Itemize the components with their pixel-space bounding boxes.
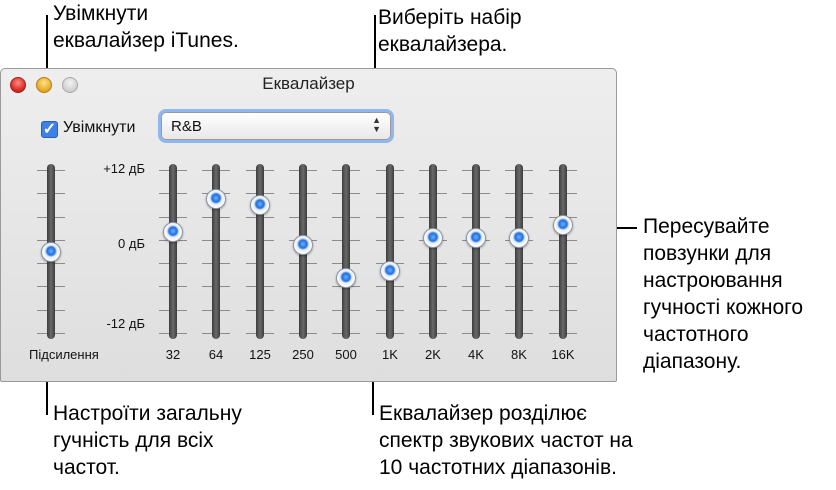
band-slider-4k-knob[interactable] — [466, 228, 486, 249]
band-slider-4k-label: 4K — [468, 347, 484, 362]
band-slider-16k-track[interactable] — [559, 164, 567, 339]
enable-label[interactable]: Увімкнути — [63, 119, 135, 137]
scale-bottom-label: -12 дБ — [106, 316, 145, 331]
callout-preamp: Настроїти загальну гучність для всіх час… — [53, 402, 242, 479]
band-slider-125-knob[interactable] — [250, 195, 270, 216]
enable-checkbox[interactable]: ✓ — [41, 121, 58, 138]
band-slider-2k-knob[interactable] — [423, 228, 443, 249]
band-slider-32-label: 32 — [165, 347, 181, 362]
preamp-slider-knob[interactable] — [41, 241, 61, 262]
band-slider-4k-track[interactable] — [472, 164, 480, 339]
band-slider-64-label: 64 — [208, 347, 224, 362]
band-slider-500-track[interactable] — [342, 164, 350, 339]
preset-value: R&B — [171, 118, 202, 135]
band-slider-500-knob[interactable] — [336, 268, 356, 288]
window-title: Еквалайзер — [262, 74, 355, 93]
band-slider-1k-track[interactable] — [386, 164, 394, 339]
band-slider-2k-track[interactable] — [429, 164, 437, 339]
callout-enable: Увімкнути еквалайзер iTunes. — [53, 2, 239, 52]
band-slider-32-track[interactable] — [169, 164, 177, 339]
callout-sliders: Пересувайте повзунки для настроювання гу… — [643, 215, 804, 373]
band-slider-16k-knob[interactable] — [553, 215, 573, 235]
band-slider-250-label: 250 — [292, 347, 314, 362]
band-slider-125-track[interactable] — [256, 164, 264, 339]
band-slider-32-knob[interactable] — [163, 221, 183, 242]
band-slider-1k-label: 1K — [382, 347, 398, 362]
band-slider-64-knob[interactable] — [206, 188, 226, 209]
band-slider-500-label: 500 — [335, 347, 357, 362]
band-slider-250-knob[interactable] — [293, 234, 313, 255]
scale-top-label: +12 дБ — [103, 161, 145, 176]
preamp-label: Підсилення — [29, 347, 99, 362]
callout-bands: Еквалайзер розділює спектр звукових част… — [379, 402, 633, 479]
band-slider-8k-label: 8K — [511, 347, 527, 362]
checkmark-icon: ✓ — [42, 121, 57, 138]
band-slider-8k-track[interactable] — [515, 164, 523, 339]
band-slider-8k-knob[interactable] — [509, 228, 529, 249]
preset-select[interactable]: R&B ▲ ▼ — [161, 112, 391, 140]
callout-preset: Виберіть набір еквалайзера. — [378, 6, 522, 56]
band-slider-16k-label: 16K — [551, 347, 575, 362]
title-bar: Еквалайзер — [1, 69, 616, 99]
band-slider-1k-knob[interactable] — [380, 261, 400, 282]
band-slider-125-label: 125 — [249, 347, 271, 362]
equalizer-window: Еквалайзер ✓ Увімкнути R&B ▲ ▼ +12 дБ 0 … — [0, 68, 617, 382]
updown-arrows-icon: ▲ ▼ — [372, 115, 381, 134]
scale-mid-label: 0 дБ — [118, 236, 145, 251]
band-slider-2k-label: 2K — [425, 347, 441, 362]
